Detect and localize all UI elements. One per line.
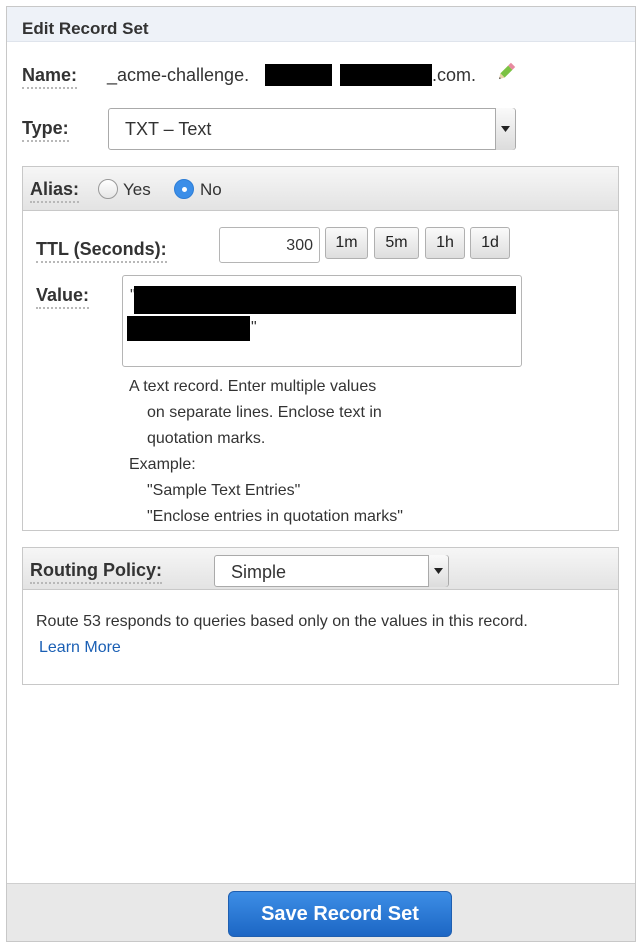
type-select-value: TXT – Text — [125, 119, 212, 139]
redacted-value-line-1 — [134, 286, 516, 314]
save-record-set-button[interactable]: Save Record Set — [228, 891, 452, 937]
value-label: Value: — [36, 285, 90, 309]
routing-policy-section: Routing Policy: Simple Route 53 responds… — [22, 547, 619, 685]
alias-yes-radio[interactable] — [98, 179, 118, 199]
ttl-label: TTL (Seconds): — [36, 239, 167, 263]
redacted-value-line-2 — [127, 316, 250, 341]
help-example-line: "Sample Text Entries" — [147, 482, 301, 499]
ttl-input[interactable]: 300 — [219, 227, 320, 263]
redacted-name-part-1 — [265, 64, 332, 86]
name-prefix: _acme-challenge. — [107, 65, 250, 85]
alias-section: Alias: Yes No TTL (Seconds): 300 1m 5m 1… — [22, 166, 619, 531]
help-example-line: "Enclose entries in quotation marks" — [147, 508, 403, 525]
name-suffix: .com. — [432, 65, 477, 85]
learn-more-link[interactable]: Learn More — [39, 639, 121, 657]
ttl-1m-button[interactable]: 1m — [325, 227, 368, 259]
redacted-name-part-2 — [340, 64, 432, 86]
alias-label: Alias: — [30, 179, 80, 203]
help-example-label: Example: — [129, 456, 196, 473]
routing-policy-select[interactable]: Simple — [214, 555, 449, 587]
alias-header: Alias: Yes No — [23, 167, 618, 211]
ttl-5m-button[interactable]: 5m — [374, 227, 419, 259]
routing-policy-label: Routing Policy: — [30, 560, 162, 584]
help-line: A text record. Enter multiple values — [129, 378, 377, 395]
ttl-1d-button[interactable]: 1d — [470, 227, 510, 259]
routing-policy-select-value: Simple — [231, 562, 287, 582]
edit-record-set-panel: Edit Record Set Name: _acme-challenge. .… — [6, 6, 636, 942]
help-line: quotation marks. — [147, 430, 266, 447]
ttl-1h-button[interactable]: 1h — [425, 227, 465, 259]
alias-no-label: No — [200, 180, 222, 199]
routing-policy-description: Route 53 responds to queries based only … — [36, 613, 528, 630]
footer-bar: Save Record Set — [7, 883, 635, 941]
panel-title: Edit Record Set — [7, 7, 635, 42]
chevron-down-icon — [428, 555, 448, 587]
value-textarea[interactable]: " " — [122, 275, 522, 367]
chevron-down-icon — [495, 108, 515, 150]
type-label: Type: — [22, 118, 69, 142]
routing-policy-header: Routing Policy: Simple — [23, 548, 618, 590]
name-label: Name: — [22, 65, 78, 89]
value-close-quote: " — [251, 319, 257, 336]
help-line: on separate lines. Enclose text in — [147, 404, 382, 421]
alias-yes-label: Yes — [123, 180, 151, 199]
value-help-text: A text record. Enter multiple values on … — [129, 374, 403, 530]
alias-no-radio[interactable] — [174, 179, 194, 199]
edit-pencil-icon[interactable] — [495, 61, 517, 88]
type-select[interactable]: TXT – Text — [108, 108, 516, 150]
